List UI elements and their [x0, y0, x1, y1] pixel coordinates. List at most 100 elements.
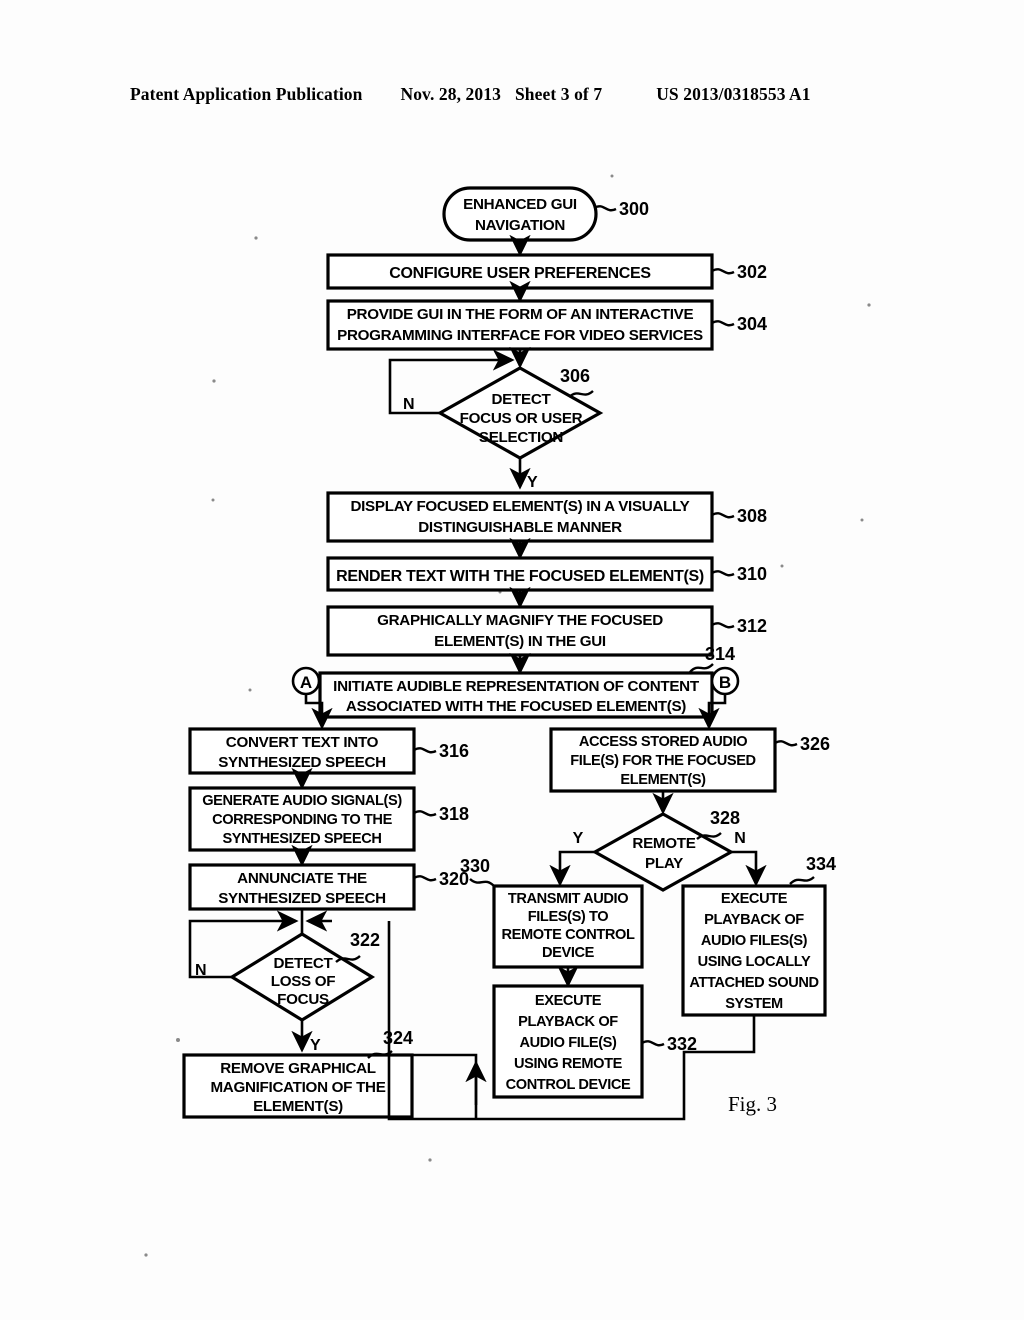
node-302-line-1: CONFIGURE USER PREFERENCES	[389, 265, 651, 282]
node-316-line-1: CONVERT TEXT INTO	[226, 734, 379, 751]
edge-328-yes-to-330: Y	[549, 830, 595, 887]
node-334-line-4: USING LOCALLY	[698, 954, 811, 970]
node-310-line-1: RENDER TEXT WITH THE FOCUSED ELEMENT(S)	[336, 568, 704, 585]
node-326-line-3: ELEMENT(S)	[620, 772, 706, 788]
refnum-316-leader: 316	[413, 741, 469, 761]
node-330-line-3: REMOTE CONTROL	[501, 927, 635, 943]
branch-label-306-no: N	[403, 396, 415, 413]
refnum-308: 308	[737, 506, 767, 526]
node-318-generate-audio-signals: GENERATE AUDIO SIGNAL(S) CORRESPONDING T…	[188, 786, 416, 852]
node-326-line-1: ACCESS STORED AUDIO	[579, 734, 747, 750]
figure-label: Fig. 3	[728, 1092, 778, 1116]
edge-328-no-to-334: N	[731, 830, 767, 887]
refnum-318-leader: 318	[413, 804, 469, 824]
node-314-line-1: INITIATE AUDIBLE REPRESENTATION OF CONTE…	[333, 678, 700, 695]
node-320-line-2: SYNTHESIZED SPEECH	[218, 890, 386, 907]
node-314-initiate-audible-representation: INITIATE AUDIBLE REPRESENTATION OF CONTE…	[318, 671, 714, 719]
refnum-310-leader: 310	[711, 564, 767, 584]
node-334-line-3: AUDIO FILES(S)	[701, 933, 808, 949]
node-324-line-1: REMOVE GRAPHICAL	[220, 1060, 376, 1077]
connector-b-label: B	[719, 673, 731, 692]
refnum-318: 318	[439, 804, 469, 824]
connector-a-label: A	[300, 673, 312, 692]
node-318-line-2: CORRESPONDING TO THE	[212, 812, 393, 828]
node-322-line-1: DETECT	[274, 955, 334, 972]
node-332-line-4: USING REMOTE	[514, 1056, 623, 1072]
node-306-line-2: FOCUS OR USER	[460, 410, 583, 427]
node-320-annunciate-speech: ANNUNCIATE THE SYNTHESIZED SPEECH	[188, 863, 416, 911]
refnum-330: 330	[460, 856, 490, 876]
refnum-302: 302	[737, 262, 767, 282]
node-330-transmit-audio-files: TRANSMIT AUDIO FILES(S) TO REMOTE CONTRO…	[492, 884, 644, 969]
node-324-line-3: ELEMENT(S)	[253, 1098, 343, 1115]
node-324-line-2: MAGNIFICATION OF THE	[210, 1079, 385, 1096]
refnum-312: 312	[737, 616, 767, 636]
connector-a: A	[291, 666, 321, 696]
node-324-remove-graphical-magnification: REMOVE GRAPHICAL MAGNIFICATION OF THE EL…	[182, 1053, 414, 1119]
node-326-access-stored-audio-files: ACCESS STORED AUDIO FILE(S) FOR THE FOCU…	[549, 727, 777, 793]
node-334-line-6: SYSTEM	[725, 996, 783, 1012]
node-330-line-4: DEVICE	[542, 945, 595, 961]
node-302-configure-user-preferences: CONFIGURE USER PREFERENCES	[326, 253, 714, 290]
refnum-326-leader: 326	[774, 734, 830, 754]
branch-label-322-no: N	[195, 962, 207, 979]
node-312-graphically-magnify: GRAPHICALLY MAGNIFY THE FOCUSED ELEMENT(…	[326, 605, 714, 657]
refnum-328: 328	[710, 808, 740, 828]
node-334-line-1: EXECUTE	[721, 891, 788, 907]
refnum-334: 334	[806, 854, 836, 874]
refnum-304: 304	[737, 314, 767, 334]
branch-label-328-yes: Y	[573, 830, 584, 847]
node-300-line-1: ENHANCED GUI	[463, 196, 577, 213]
refnum-324: 324	[383, 1028, 413, 1048]
refnum-312-leader: 312	[711, 616, 767, 636]
edge-322-yes-to-324: Y	[291, 1020, 321, 1054]
refnum-326: 326	[800, 734, 830, 754]
node-328-line-2: PLAY	[645, 855, 683, 872]
node-326-line-2: FILE(S) FOR THE FOCUSED	[570, 753, 755, 769]
refnum-308-leader: 308	[711, 506, 767, 526]
refnum-310: 310	[737, 564, 767, 584]
node-322-line-3: FOCUS	[277, 991, 329, 1008]
node-306-line-1: DETECT	[492, 391, 552, 408]
node-306-line-3: SELECTION	[479, 429, 563, 446]
node-332-line-3: AUDIO FILE(S)	[520, 1035, 617, 1051]
node-318-line-3: SYNTHESIZED SPEECH	[222, 831, 381, 847]
node-308-line-1: DISPLAY FOCUSED ELEMENT(S) IN A VISUALLY	[350, 498, 689, 515]
refnum-334-leader: 334	[789, 854, 836, 885]
edge-306-yes-to-308: Y	[509, 458, 538, 491]
node-310-render-text: RENDER TEXT WITH THE FOCUSED ELEMENT(S)	[326, 556, 714, 592]
node-308-display-focused-elements: DISPLAY FOCUSED ELEMENT(S) IN A VISUALLY…	[326, 491, 714, 543]
node-316-convert-text: CONVERT TEXT INTO SYNTHESIZED SPEECH	[188, 727, 416, 775]
refnum-306: 306	[560, 366, 590, 386]
node-300-line-2: NAVIGATION	[475, 217, 565, 234]
node-332-line-2: PLAYBACK OF	[518, 1014, 618, 1030]
branch-label-328-no: N	[734, 830, 746, 847]
node-328-line-1: REMOTE	[632, 835, 695, 852]
node-300-enhanced-gui-navigation: ENHANCED GUI NAVIGATION	[442, 186, 598, 242]
node-332-line-1: EXECUTE	[535, 993, 602, 1009]
refnum-302-leader: 302	[711, 262, 767, 282]
branch-label-306-yes: Y	[527, 474, 538, 491]
patent-page: Patent Application Publication Nov. 28, …	[0, 0, 1024, 1320]
node-332-execute-playback-remote: EXECUTE PLAYBACK OF AUDIO FILE(S) USING …	[492, 984, 644, 1099]
node-318-line-1: GENERATE AUDIO SIGNAL(S)	[202, 793, 402, 809]
node-330-line-1: TRANSMIT AUDIO	[508, 891, 628, 907]
node-334-execute-playback-local: EXECUTE PLAYBACK OF AUDIO FILES(S) USING…	[681, 884, 827, 1017]
node-312-line-2: ELEMENT(S) IN THE GUI	[434, 633, 606, 650]
refnum-304-leader: 304	[711, 314, 767, 334]
connector-b: B	[710, 666, 740, 696]
node-332-line-5: CONTROL DEVICE	[506, 1077, 631, 1093]
node-312-line-1: GRAPHICALLY MAGNIFY THE FOCUSED	[377, 612, 663, 629]
refnum-300-leader: 300	[593, 199, 649, 219]
node-334-line-5: ATTACHED SOUND	[689, 975, 818, 991]
node-322-line-2: LOSS OF	[271, 973, 336, 990]
node-314-line-2: ASSOCIATED WITH THE FOCUSED ELEMENT(S)	[346, 698, 686, 715]
refnum-314: 314	[705, 644, 735, 664]
node-308-line-2: DISTINGUISHABLE MANNER	[418, 519, 622, 536]
branch-label-322-yes: Y	[310, 1037, 321, 1054]
refnum-300: 300	[619, 199, 649, 219]
node-320-line-1: ANNUNCIATE THE	[237, 870, 367, 887]
refnum-322: 322	[350, 930, 380, 950]
node-330-line-2: FILES(S) TO	[528, 909, 609, 925]
figure-3-flowchart: ENHANCED GUI NAVIGATION 300 CONFIGURE US…	[144, 174, 871, 1257]
